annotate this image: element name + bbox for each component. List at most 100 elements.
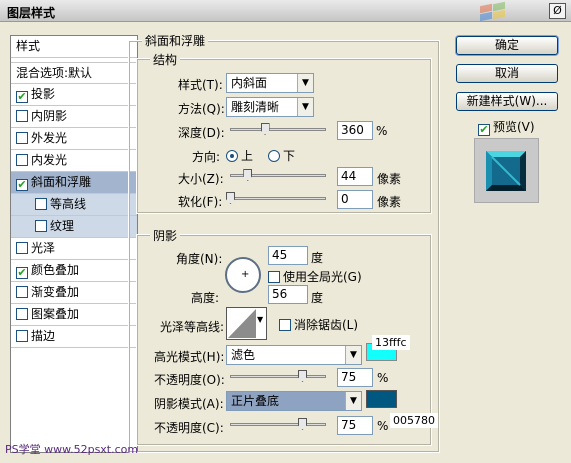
- method-label: 方法(Q):: [178, 102, 225, 116]
- anti-alias-option[interactable]: 消除锯齿(L): [279, 316, 358, 333]
- shadow-opacity-label: 不透明度(C):: [154, 421, 224, 435]
- pattern-overlay-label: 图案叠加: [31, 307, 80, 321]
- list-item-gradient-overlay[interactable]: 渐变叠加: [11, 282, 137, 304]
- radio-down[interactable]: [268, 150, 280, 162]
- list-item-texture[interactable]: 纹理: [11, 216, 137, 238]
- styles-header[interactable]: 样式: [11, 36, 137, 58]
- list-item-bevel-emboss[interactable]: 斜面和浮雕: [11, 172, 137, 194]
- blending-options-item[interactable]: 混合选项:默认: [11, 62, 137, 84]
- watermark: PS学堂 www.52psxt.com: [5, 441, 138, 457]
- chevron-down-icon: ▼: [257, 315, 264, 324]
- highlight-opacity-unit: %: [377, 371, 389, 385]
- stroke-label: 描边: [31, 329, 56, 343]
- radio-up[interactable]: [226, 150, 238, 162]
- slider-thumb[interactable]: [298, 418, 307, 430]
- list-item-outer-glow[interactable]: 外发光: [11, 128, 137, 150]
- preview-checkbox[interactable]: [478, 124, 490, 136]
- chevron-down-icon: ▼: [297, 98, 313, 116]
- shadow-opacity-input[interactable]: 75: [337, 416, 373, 435]
- windows-logo-icon: [470, 1, 532, 22]
- shadow-opacity-slider[interactable]: [230, 418, 326, 430]
- style-dropdown[interactable]: 内斜面 ▼: [226, 73, 314, 93]
- style-preview-thumbnail: [474, 138, 539, 203]
- highlight-mode-dropdown[interactable]: 滤色 ▼: [226, 345, 362, 365]
- ok-button[interactable]: 确定: [456, 36, 558, 55]
- direction-up-option[interactable]: 上: [226, 147, 253, 164]
- angle-input[interactable]: 45: [268, 246, 308, 265]
- bevel-emboss-title: 斜面和浮雕: [142, 32, 209, 49]
- direction-up-label: 上: [241, 149, 254, 163]
- slider-thumb[interactable]: [243, 169, 253, 181]
- direction-down-option[interactable]: 下: [268, 147, 295, 164]
- depth-unit: %: [376, 124, 388, 138]
- highlight-mode-value: 滤色: [231, 348, 256, 362]
- color-overlay-label: 颜色叠加: [31, 263, 80, 277]
- altitude-input[interactable]: 56: [268, 285, 308, 304]
- angle-dial[interactable]: +: [225, 257, 261, 293]
- highlight-opacity-input[interactable]: 75: [337, 368, 373, 387]
- bevel-emboss-label: 斜面和浮雕: [31, 175, 92, 189]
- size-slider[interactable]: [230, 169, 326, 181]
- bevel-emboss-checkbox[interactable]: [16, 179, 28, 191]
- shadow-mode-dropdown[interactable]: 正片叠底 ▼: [226, 391, 362, 411]
- shadow-color-swatch[interactable]: [366, 390, 397, 408]
- highlight-mode-label: 高光模式(H):: [154, 350, 225, 364]
- texture-checkbox[interactable]: [35, 220, 47, 232]
- list-item-satin[interactable]: 光泽: [11, 238, 137, 260]
- angle-unit: 度: [311, 251, 324, 265]
- preview-option[interactable]: 预览(V): [478, 118, 535, 136]
- gradient-overlay-checkbox[interactable]: [16, 286, 28, 298]
- chevron-down-icon: ▼: [297, 74, 313, 92]
- list-item-contour[interactable]: 等高线: [11, 194, 137, 216]
- list-item-stroke[interactable]: 描边: [11, 326, 137, 348]
- direction-label: 方向:: [192, 150, 221, 164]
- highlight-hex-label: 13fffc: [372, 335, 410, 350]
- satin-checkbox[interactable]: [16, 242, 28, 254]
- list-item-inner-glow[interactable]: 内发光: [11, 150, 137, 172]
- global-light-checkbox[interactable]: [268, 271, 280, 283]
- chevron-down-icon: ▼: [345, 392, 361, 410]
- list-item-drop-shadow[interactable]: 投影: [11, 84, 137, 106]
- depth-label: 深度(D):: [178, 126, 225, 140]
- size-input[interactable]: 44: [337, 167, 373, 186]
- watermark-text: PS学堂 www.52psxt.com: [5, 443, 139, 456]
- shadow-opacity-unit: %: [377, 419, 389, 433]
- inner-shadow-checkbox[interactable]: [16, 110, 28, 122]
- drop-shadow-label: 投影: [31, 87, 56, 101]
- slider-thumb[interactable]: [260, 123, 270, 135]
- slider-thumb[interactable]: [298, 370, 307, 382]
- altitude-label: 高度:: [191, 291, 220, 305]
- soften-label: 软化(F):: [178, 195, 223, 209]
- outer-glow-checkbox[interactable]: [16, 132, 28, 144]
- depth-input[interactable]: 360: [337, 121, 373, 140]
- highlight-opacity-slider[interactable]: [230, 370, 326, 382]
- cancel-button[interactable]: 取消: [456, 64, 558, 83]
- new-style-button[interactable]: 新建样式(W)...: [456, 92, 558, 111]
- stroke-checkbox[interactable]: [16, 330, 28, 342]
- chevron-down-icon: ▼: [345, 346, 361, 364]
- satin-label: 光泽: [31, 241, 56, 255]
- soften-slider[interactable]: [226, 192, 326, 204]
- depth-slider[interactable]: [230, 123, 326, 135]
- anti-alias-checkbox[interactable]: [279, 319, 291, 331]
- size-label: 大小(Z):: [178, 172, 224, 186]
- style-label: 样式(T):: [178, 78, 223, 92]
- drop-shadow-checkbox[interactable]: [16, 91, 28, 103]
- global-light-option[interactable]: 使用全局光(G): [268, 268, 362, 285]
- gloss-contour-picker[interactable]: ▼: [226, 307, 267, 340]
- list-item-pattern-overlay[interactable]: 图案叠加: [11, 304, 137, 326]
- pattern-overlay-checkbox[interactable]: [16, 308, 28, 320]
- shadow-mode-label: 阴影模式(A):: [154, 397, 224, 411]
- gloss-contour-label: 光泽等高线:: [160, 320, 225, 334]
- crosshair-icon: +: [241, 269, 250, 280]
- shading-title: 阴影: [150, 227, 181, 244]
- method-dropdown[interactable]: 雕刻清晰 ▼: [226, 97, 314, 117]
- soften-input[interactable]: 0: [337, 190, 373, 209]
- gradient-overlay-label: 渐变叠加: [31, 285, 80, 299]
- contour-checkbox[interactable]: [35, 198, 47, 210]
- color-overlay-checkbox[interactable]: [16, 267, 28, 279]
- inner-glow-checkbox[interactable]: [16, 154, 28, 166]
- list-item-inner-shadow[interactable]: 内阴影: [11, 106, 137, 128]
- close-button[interactable]: Ø: [549, 3, 566, 19]
- list-item-color-overlay[interactable]: 颜色叠加: [11, 260, 137, 282]
